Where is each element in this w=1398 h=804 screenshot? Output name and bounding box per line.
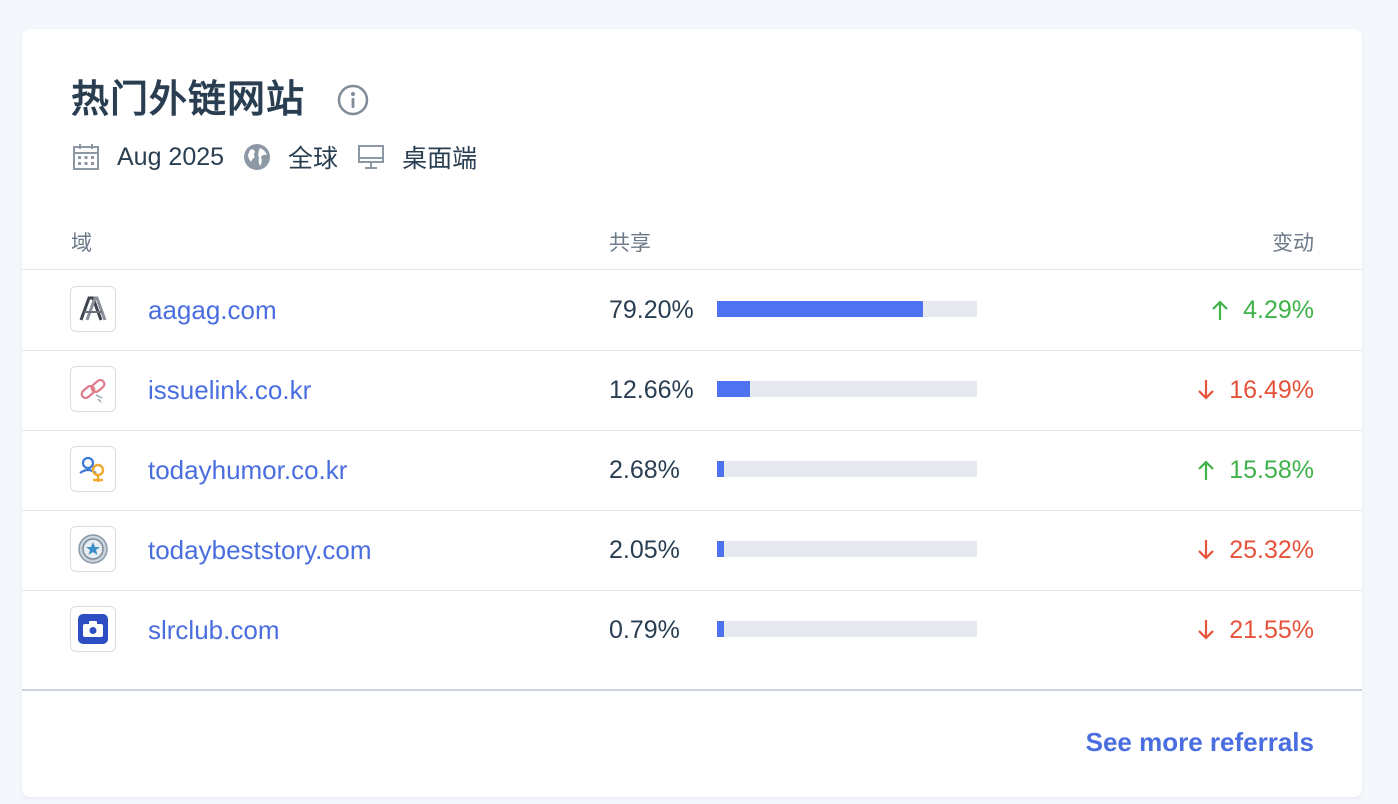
share-value: 79.20% <box>609 296 694 324</box>
change-value: 16.49% <box>1197 372 1314 408</box>
footer-divider <box>22 689 1362 691</box>
calendar-icon <box>71 142 101 172</box>
table-row[interactable]: issuelink.co.kr 12.66% 16.49% <box>22 350 1362 430</box>
share-bar <box>717 541 977 557</box>
share-value: 2.68% <box>609 456 680 484</box>
card-title: 热门外链网站 <box>71 79 306 121</box>
domain-link[interactable]: aagag.com <box>148 292 277 328</box>
share-value: 12.66% <box>609 376 694 404</box>
desktop-icon <box>356 142 386 172</box>
card-meta: Aug 2025 全球 桌面端 <box>71 141 495 173</box>
see-more-referrals-link[interactable]: See more referrals <box>1086 723 1314 761</box>
change-value: 4.29% <box>1211 292 1314 328</box>
domain-link[interactable]: slrclub.com <box>148 612 279 648</box>
arrow-up-icon <box>1197 459 1215 481</box>
todayhumor-logo-icon <box>70 446 116 492</box>
region-label: 全球 <box>288 145 339 173</box>
info-icon[interactable] <box>337 84 369 116</box>
chain-link-icon <box>70 366 116 412</box>
date-label: Aug 2025 <box>117 142 225 171</box>
share-bar <box>717 461 977 477</box>
table-row[interactable]: todaybeststory.com 2.05% 25.32% <box>22 510 1362 590</box>
device-label: 桌面端 <box>402 145 478 173</box>
share-value: 0.79% <box>609 616 680 644</box>
share-bar-fill <box>717 301 923 317</box>
domain-link[interactable]: issuelink.co.kr <box>148 372 311 408</box>
change-text: 15.58% <box>1229 456 1314 484</box>
domain-link[interactable]: todayhumor.co.kr <box>148 452 347 488</box>
arrow-down-icon <box>1197 539 1215 561</box>
card-header: 热门外链网站 <box>71 77 369 123</box>
arrow-down-icon <box>1197 619 1215 641</box>
share-bar <box>717 621 977 637</box>
star-badge-icon <box>70 526 116 572</box>
share-bar-fill <box>717 461 725 477</box>
change-text: 16.49% <box>1229 376 1314 404</box>
domain-link[interactable]: todaybeststory.com <box>148 532 372 568</box>
arrow-down-icon <box>1197 379 1215 401</box>
change-value: 21.55% <box>1197 612 1314 648</box>
camera-icon <box>70 606 116 652</box>
globe-icon <box>242 142 272 172</box>
domain-column-header: 域 <box>71 232 92 255</box>
table-row[interactable]: todayhumor.co.kr 2.68% 15.58% <box>22 430 1362 510</box>
share-column-header: 共享 <box>609 232 651 255</box>
table-row[interactable]: aagag.com 79.20% 4.29% <box>22 270 1362 350</box>
share-bar <box>717 381 977 397</box>
share-bar-fill <box>717 621 725 637</box>
share-bar <box>717 301 977 317</box>
change-text: 4.29% <box>1243 296 1314 324</box>
table-row[interactable]: slrclub.com 0.79% 21.55% <box>22 590 1362 670</box>
change-text: 21.55% <box>1229 616 1314 644</box>
aagag-logo-icon <box>70 286 116 332</box>
share-bar-fill <box>717 541 725 557</box>
change-text: 25.32% <box>1229 536 1314 564</box>
arrow-up-icon <box>1211 299 1229 321</box>
share-value: 2.05% <box>609 536 680 564</box>
change-value: 25.32% <box>1197 532 1314 568</box>
change-column-header: 变动 <box>1272 232 1314 255</box>
top-referring-sites-card: 热门外链网站 Aug 2025 全球 桌面端 域 共享 变动 aagag.com… <box>22 29 1362 797</box>
change-value: 15.58% <box>1197 452 1314 488</box>
share-bar-fill <box>717 381 750 397</box>
